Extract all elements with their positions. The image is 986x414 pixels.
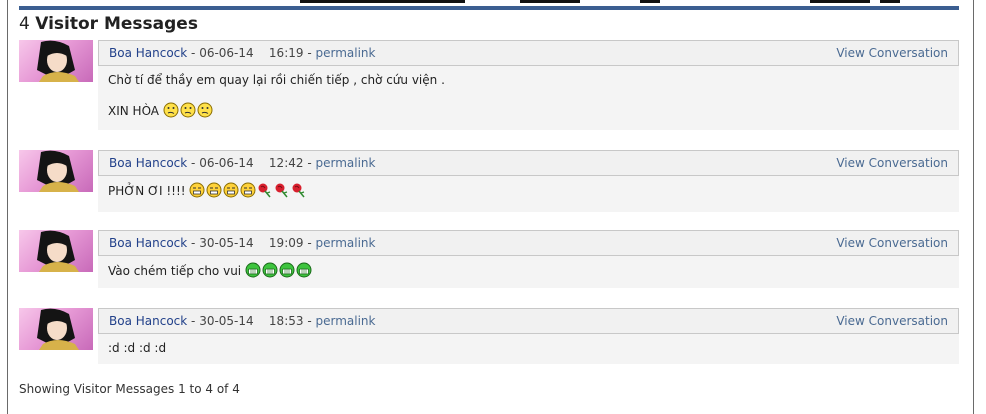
message-date: 06-06-14: [199, 46, 254, 60]
username-link[interactable]: Boa Hancock: [109, 46, 187, 60]
message-body: Chờ tí để thầy em quay lại rồi chiến tiế…: [98, 66, 959, 130]
avatar[interactable]: [19, 230, 93, 272]
big-grin-icon: [296, 262, 312, 283]
message-text: XIN HÒA: [108, 104, 160, 118]
permalink-link[interactable]: permalink: [315, 46, 375, 60]
grin-smiley-icon: [223, 182, 239, 203]
grin-smiley-icon: [189, 182, 205, 203]
separator: -: [187, 236, 200, 250]
message-time: 12:42: [268, 156, 304, 170]
separator: -: [187, 314, 200, 328]
message-header: Boa Hancock - 06-06-14 16:19 - permalink…: [98, 40, 959, 66]
rose-icon: [274, 182, 290, 203]
section-top-bar: [19, 6, 959, 10]
rose-icon: [257, 182, 273, 203]
message-text: Vào chém tiếp cho vui: [108, 264, 242, 278]
message-text: Chờ tí để thầy em quay lại rồi chiến tiế…: [108, 73, 445, 87]
message-text: :d :d :d :d: [108, 341, 167, 355]
separator: -: [187, 46, 200, 60]
pagination-summary: Showing Visitor Messages 1 to 4 of 4: [19, 382, 240, 396]
username-link[interactable]: Boa Hancock: [109, 236, 187, 250]
message-date: 30-05-14: [199, 236, 254, 250]
separator: -: [303, 314, 316, 328]
message-body: :d :d :d :d: [98, 334, 959, 364]
avatar[interactable]: [19, 308, 93, 350]
window-right-edge: [973, 0, 974, 414]
message-time: 18:53: [268, 314, 304, 328]
separator: -: [303, 46, 316, 60]
permalink-link[interactable]: permalink: [315, 314, 375, 328]
separator: -: [187, 156, 200, 170]
permalink-link[interactable]: permalink: [315, 156, 375, 170]
message-count: 4: [19, 14, 30, 34]
view-conversation-link[interactable]: View Conversation: [836, 231, 948, 255]
big-grin-icon: [245, 262, 261, 283]
confused-smiley-icon: [197, 102, 213, 123]
view-conversation-link[interactable]: View Conversation: [836, 309, 948, 333]
window-left-edge: [7, 0, 8, 414]
permalink-link[interactable]: permalink: [315, 236, 375, 250]
confused-smiley-icon: [180, 102, 196, 123]
username-link[interactable]: Boa Hancock: [109, 156, 187, 170]
message-date: 06-06-14: [199, 156, 254, 170]
avatar[interactable]: [19, 150, 93, 192]
message-body: Vào chém tiếp cho vui: [98, 256, 959, 288]
message-header: Boa Hancock - 06-06-14 12:42 - permalink…: [98, 150, 959, 176]
separator: -: [303, 156, 316, 170]
confused-smiley-icon: [163, 102, 179, 123]
message-time: 16:19: [268, 46, 304, 60]
message-time: 19:09: [268, 236, 304, 250]
message-body: PHỞN ƠI !!!!: [98, 176, 959, 212]
view-conversation-link[interactable]: View Conversation: [836, 41, 948, 65]
grin-smiley-icon: [206, 182, 222, 203]
big-grin-icon: [279, 262, 295, 283]
avatar[interactable]: [19, 40, 93, 82]
rose-icon: [291, 182, 307, 203]
message-header: Boa Hancock - 30-05-14 18:53 - permalink…: [98, 308, 959, 334]
big-grin-icon: [262, 262, 278, 283]
grin-smiley-icon: [240, 182, 256, 203]
section-heading: 4 Visitor Messages: [19, 14, 198, 34]
separator: -: [303, 236, 316, 250]
view-conversation-link[interactable]: View Conversation: [836, 151, 948, 175]
message-header: Boa Hancock - 30-05-14 19:09 - permalink…: [98, 230, 959, 256]
message-text: PHỞN ƠI !!!!: [108, 184, 186, 198]
section-title: Visitor Messages: [35, 14, 198, 34]
username-link[interactable]: Boa Hancock: [109, 314, 187, 328]
message-date: 30-05-14: [199, 314, 254, 328]
